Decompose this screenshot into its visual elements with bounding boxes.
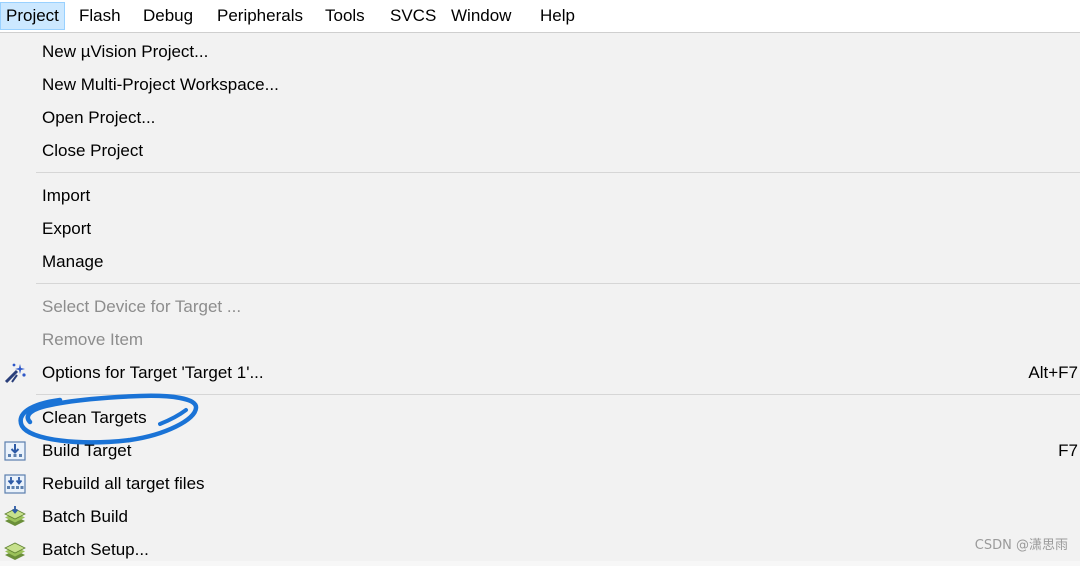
menu-item-new-uvision-project[interactable]: New µVision Project... [0,35,1080,68]
menu-flash[interactable]: Flash [74,2,126,30]
menu-separator [36,283,1080,284]
menu-project[interactable]: Project [0,2,65,30]
menu-item-export[interactable]: Export [0,212,1080,245]
menu-item-label: New µVision Project... [42,42,209,61]
watermark-text: CSDN @潇思雨 [974,538,1068,553]
menu-item-label: Remove Item [42,330,144,349]
menu-separator [36,394,1080,395]
menu-item-label: Open Project... [42,108,156,127]
batch-build-icon [4,506,26,526]
menu-bar: Project Flash Debug Peripherals Tools SV… [0,0,1080,33]
menu-item-manage[interactable]: Manage [0,245,1080,278]
menu-peripherals-label: Peripherals [217,6,303,25]
rebuild-all-icon [4,474,26,494]
build-target-icon [4,441,26,461]
menu-item-batch-setup[interactable]: Batch Setup... [0,533,1080,566]
menu-item-close-project[interactable]: Close Project [0,134,1080,167]
menu-item-label: Clean Targets [42,408,147,427]
menu-svcs-label: SVCS [390,6,437,25]
menu-item-label: Build Target [42,441,132,460]
menu-item-build-target[interactable]: Build Target F7 [0,434,1080,467]
menu-debug[interactable]: Debug [138,2,198,30]
menu-svcs[interactable]: SVCS [385,2,441,30]
menu-item-open-project[interactable]: Open Project... [0,101,1080,134]
menu-window[interactable]: Window [446,2,516,30]
menu-item-label: Batch Build [42,507,128,526]
menu-tools-label: Tools [325,6,365,25]
menu-separator [36,172,1080,173]
menu-debug-label: Debug [143,6,194,25]
menu-flash-label: Flash [79,6,121,25]
menu-item-label: Close Project [42,141,144,160]
options-wand-icon [4,363,26,384]
menu-project-label: Project [6,6,59,25]
menu-peripherals[interactable]: Peripherals [212,2,308,30]
menu-item-label: Manage [42,252,104,271]
menu-item-label: Export [42,219,92,238]
shortcut-label: Alt+F7 [1028,363,1078,382]
menu-item-label: Options for Target 'Target 1'... [42,363,264,382]
menu-item-remove-item: Remove Item [0,323,1080,356]
menu-item-select-device: Select Device for Target ... [0,290,1080,323]
menu-item-label: Batch Setup... [42,540,149,559]
menu-item-label: Rebuild all target files [42,474,205,493]
menu-item-rebuild-all[interactable]: Rebuild all target files [0,467,1080,500]
menu-item-label: Select Device for Target ... [42,297,242,316]
menu-item-clean-targets[interactable]: Clean Targets [0,401,1080,434]
menu-window-label: Window [451,6,512,25]
menu-item-label: Import [42,186,91,205]
menu-help[interactable]: Help [535,2,580,30]
shortcut-label: F7 [1058,441,1078,460]
menu-item-options-for-target[interactable]: Options for Target 'Target 1'... Alt+F7 [0,356,1080,389]
menu-item-label: New Multi-Project Workspace... [42,75,279,94]
menu-item-import[interactable]: Import [0,179,1080,212]
menu-help-label: Help [540,6,575,25]
batch-setup-icon [4,542,26,560]
menu-tools[interactable]: Tools [320,2,370,30]
menu-item-new-multi-project-workspace[interactable]: New Multi-Project Workspace... [0,68,1080,101]
menu-item-batch-build[interactable]: Batch Build [0,500,1080,533]
project-dropdown-menu: New µVision Project... New Multi-Project… [0,33,1080,561]
